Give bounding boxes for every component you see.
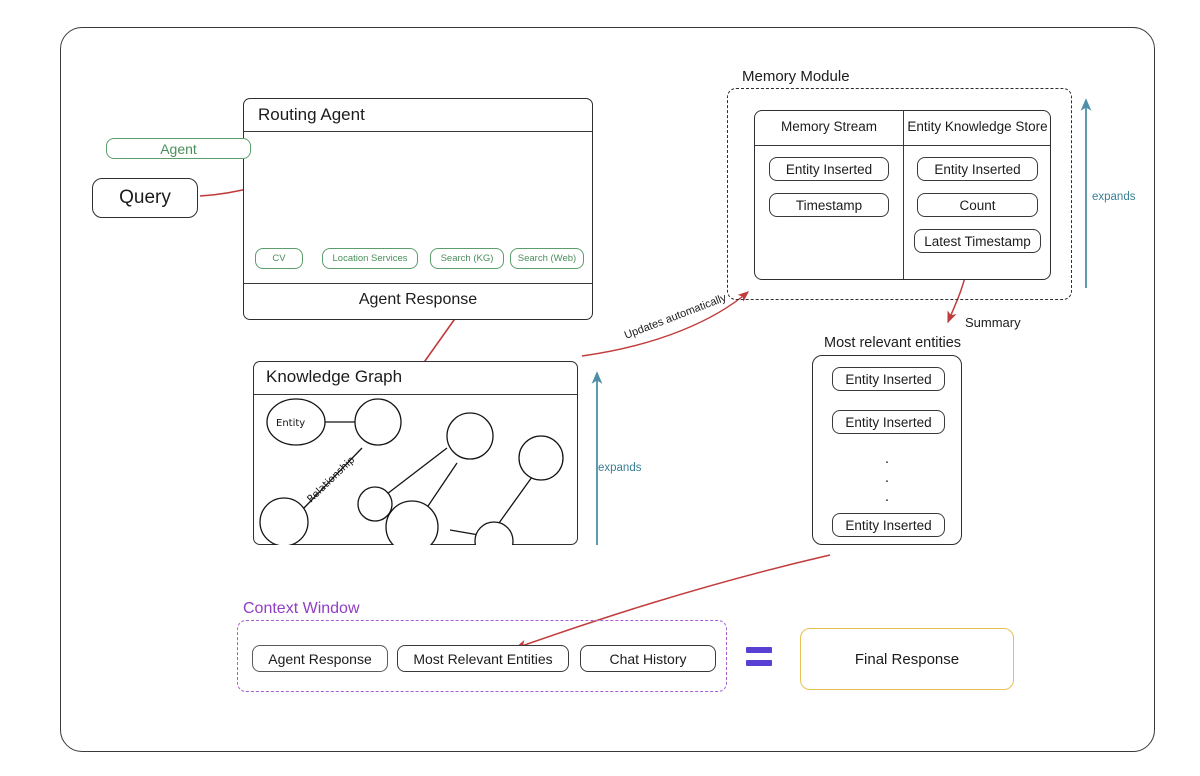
context-item-chat-history[interactable]: Chat History bbox=[580, 645, 716, 672]
context-item-1-label: Most Relevant Entities bbox=[413, 650, 553, 667]
tool-location-label: Location Services bbox=[332, 253, 408, 264]
kg-node-3 bbox=[446, 412, 494, 460]
most-relevant-entity-1-label: Entity Inserted bbox=[845, 414, 932, 430]
final-response-box[interactable]: Final Response bbox=[800, 628, 1014, 690]
most-relevant-entity-2-label: Entity Inserted bbox=[845, 517, 932, 533]
context-item-2-label: Chat History bbox=[609, 650, 687, 667]
knowledge-graph-node-link: Entity Relationship bbox=[259, 398, 564, 545]
kg-node-2 bbox=[354, 398, 402, 446]
kg-edge-n4-to-n3 bbox=[386, 447, 448, 495]
expands-label-knowledge-graph: expands bbox=[598, 462, 642, 474]
kg-node-7 bbox=[474, 521, 514, 545]
routing-agent-title: Routing Agent bbox=[258, 105, 365, 124]
equals-icon bbox=[746, 647, 772, 669]
tool-cv-label: CV bbox=[272, 253, 286, 264]
agent-response-label: Agent Response bbox=[358, 291, 478, 308]
ellipsis-dot: . bbox=[884, 450, 890, 467]
memory-stream-header: Memory Stream bbox=[780, 119, 878, 134]
summary-label: Summary bbox=[965, 315, 1021, 330]
tool-node-location-services[interactable]: Location Services bbox=[322, 248, 418, 269]
entity-store-item-latest-timestamp[interactable]: Latest Timestamp bbox=[914, 229, 1041, 253]
tool-node-search-web[interactable]: Search (Web) bbox=[510, 248, 584, 269]
tool-node-search-kg[interactable]: Search (KG) bbox=[430, 248, 504, 269]
kg-node-8 bbox=[518, 435, 564, 481]
memory-module-title: Memory Module bbox=[742, 68, 850, 85]
context-window-title: Context Window bbox=[243, 600, 360, 617]
final-response-label: Final Response bbox=[854, 650, 960, 668]
memory-stream-item-timestamp[interactable]: Timestamp bbox=[769, 193, 889, 217]
agent-node[interactable]: Agent bbox=[106, 138, 251, 159]
context-item-0-label: Agent Response bbox=[268, 650, 372, 667]
most-relevant-entity-item[interactable]: Entity Inserted bbox=[832, 367, 945, 391]
agent-node-label: Agent bbox=[160, 140, 197, 157]
ellipsis-dot: . bbox=[884, 488, 890, 505]
tool-kg-label: Search (KG) bbox=[440, 253, 494, 264]
context-item-agent-response[interactable]: Agent Response bbox=[252, 645, 388, 672]
diagram-canvas: Updates automatically Query Routing Agen… bbox=[0, 0, 1200, 776]
memory-stream-item-entity-inserted[interactable]: Entity Inserted bbox=[769, 157, 889, 181]
query-label: Query bbox=[119, 187, 171, 208]
entity-store-item-count[interactable]: Count bbox=[917, 193, 1038, 217]
entity-knowledge-store-header: Entity Knowledge Store bbox=[907, 119, 1048, 134]
kg-node-6 bbox=[385, 500, 439, 545]
memory-stream-item-0-label: Entity Inserted bbox=[785, 161, 873, 177]
kg-node-5 bbox=[259, 497, 309, 545]
most-relevant-entity-item[interactable]: Entity Inserted bbox=[832, 513, 945, 537]
entity-store-item-2-label: Latest Timestamp bbox=[924, 233, 1031, 249]
most-relevant-entity-item[interactable]: Entity Inserted bbox=[832, 410, 945, 434]
most-relevant-entity-0-label: Entity Inserted bbox=[845, 371, 932, 387]
memory-module-panel: Memory Stream Entity Knowledge Store Ent… bbox=[754, 110, 1051, 280]
entity-store-item-0-label: Entity Inserted bbox=[934, 161, 1021, 177]
kg-edge-n7-to-n8 bbox=[498, 476, 533, 524]
kg-node-4 bbox=[357, 486, 393, 522]
entity-store-item-entity-inserted[interactable]: Entity Inserted bbox=[917, 157, 1038, 181]
routing-agent-header-divider bbox=[244, 131, 592, 132]
memory-column-divider bbox=[903, 111, 904, 279]
tool-node-cv[interactable]: CV bbox=[255, 248, 303, 269]
expands-label-memory-module: expands bbox=[1092, 191, 1136, 203]
kg-edge-n3-to-n6 bbox=[423, 462, 458, 513]
knowledge-graph-panel: Knowledge Graph Entity Relationship bbox=[253, 361, 578, 545]
context-item-most-relevant-entities[interactable]: Most Relevant Entities bbox=[397, 645, 569, 672]
most-relevant-entities-panel: Entity Inserted Entity Inserted . . . En… bbox=[812, 355, 962, 545]
kg-edge-n6-to-n7 bbox=[449, 529, 480, 536]
knowledge-graph-title: Knowledge Graph bbox=[266, 367, 403, 386]
routing-agent-footer-divider bbox=[244, 283, 592, 284]
kg-entity-label: Entity bbox=[276, 418, 305, 429]
entity-store-item-1-label: Count bbox=[959, 197, 996, 213]
tool-web-label: Search (Web) bbox=[517, 253, 577, 264]
most-relevant-entities-title: Most relevant entities bbox=[824, 335, 962, 351]
kg-relationship-label: Relationship bbox=[305, 455, 357, 506]
query-box[interactable]: Query bbox=[92, 178, 198, 218]
memory-stream-item-1-label: Timestamp bbox=[795, 197, 863, 213]
ellipsis-dot: . bbox=[884, 469, 890, 486]
routing-agent-panel: Routing Agent Agent Response bbox=[243, 98, 593, 320]
